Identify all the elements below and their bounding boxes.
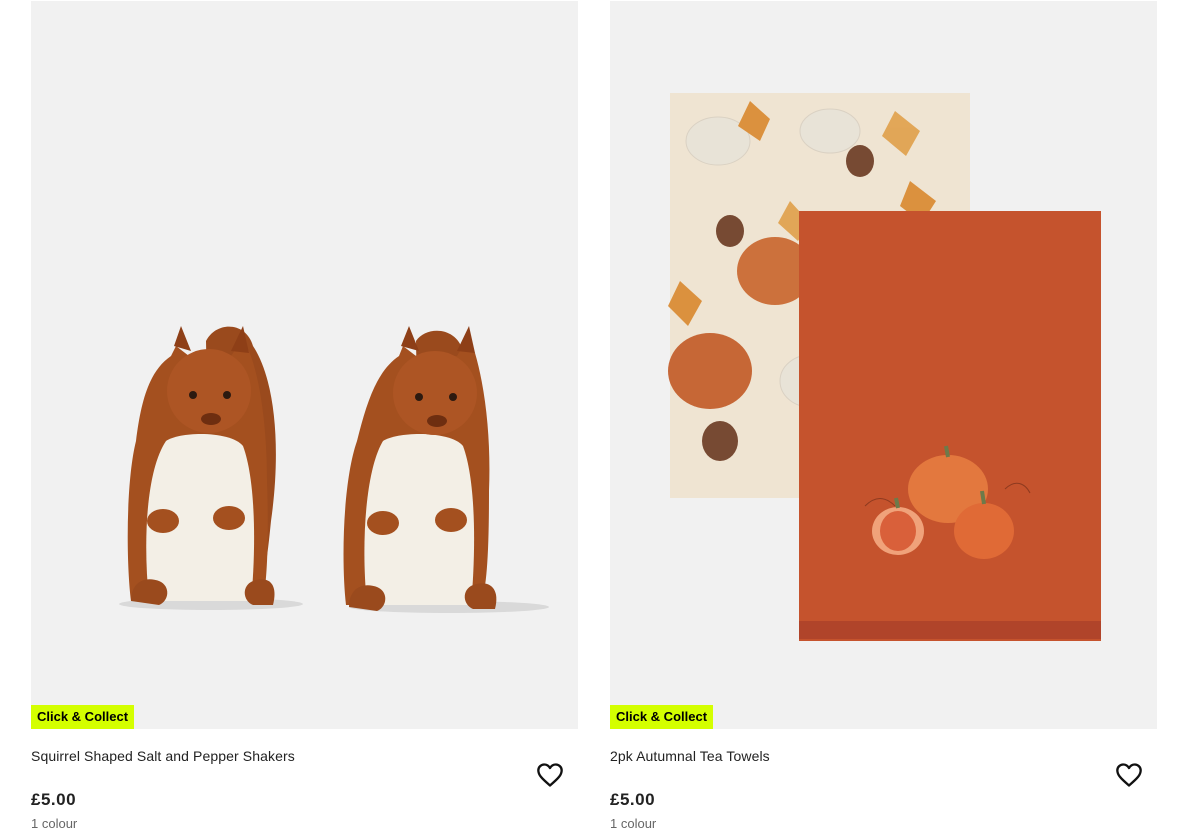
product-card[interactable]: Click & Collect Squirrel Shaped Salt and… bbox=[31, 0, 578, 838]
click-collect-badge: Click & Collect bbox=[610, 705, 714, 729]
product-title[interactable]: Squirrel Shaped Salt and Pepper Shakers bbox=[31, 748, 295, 764]
colour-count: 1 colour bbox=[31, 816, 78, 831]
tea-towels-image bbox=[668, 93, 1101, 641]
product-price: £5.00 bbox=[31, 790, 77, 809]
product-card[interactable]: Click & Collect 2pk Autumnal Tea Towels … bbox=[610, 0, 1157, 838]
favourite-button[interactable] bbox=[1115, 762, 1143, 788]
product-title[interactable]: 2pk Autumnal Tea Towels bbox=[610, 748, 770, 764]
product-image[interactable] bbox=[31, 1, 578, 729]
click-collect-badge: Click & Collect bbox=[31, 705, 135, 729]
favourite-button[interactable] bbox=[536, 762, 564, 788]
product-image[interactable] bbox=[610, 1, 1157, 729]
colour-count: 1 colour bbox=[610, 816, 657, 831]
heart-outline-icon bbox=[537, 763, 563, 787]
heart-outline-icon bbox=[1116, 763, 1142, 787]
product-price: £5.00 bbox=[610, 790, 656, 809]
squirrel-shakers-image bbox=[119, 326, 549, 613]
